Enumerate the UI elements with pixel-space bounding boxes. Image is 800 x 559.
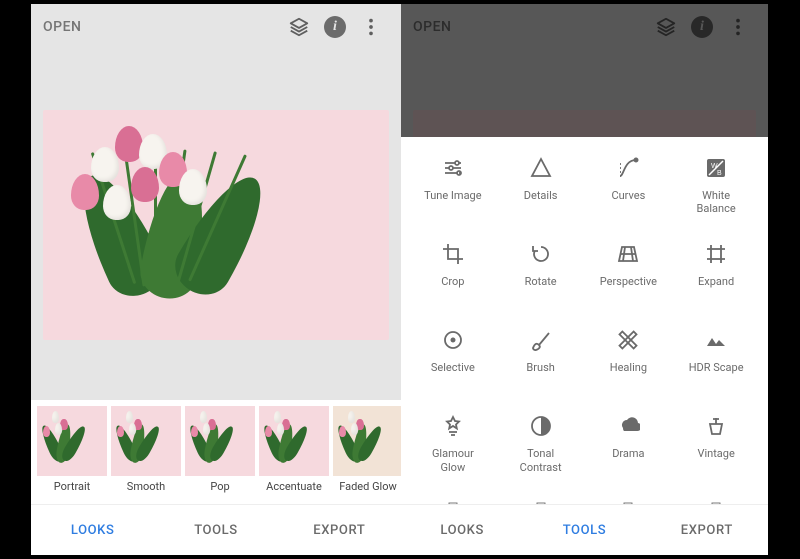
look-thumb-label: Faded Glow <box>339 480 397 493</box>
tune-icon <box>440 155 466 181</box>
vintage-icon <box>703 413 729 439</box>
tool-rotate[interactable]: Rotate <box>497 241 585 301</box>
tool-label: HDR Scape <box>689 361 744 387</box>
tool-label: Curves <box>611 189 645 215</box>
tool-drama[interactable]: Drama <box>585 413 673 473</box>
tool-label: Rotate <box>525 275 557 301</box>
tool-label: Vintage <box>697 447 734 473</box>
tool-label: Glamour Glow <box>432 447 474 473</box>
tools-sheet: Tune Image Details Curves WB White Balance Cr… <box>401 137 768 504</box>
tab-export[interactable]: EXPORT <box>646 505 768 555</box>
svg-text:B: B <box>717 170 722 177</box>
tool-label: Healing <box>610 361 647 387</box>
tool-expand[interactable]: Expand <box>672 241 760 301</box>
tool-label: Details <box>524 189 558 215</box>
tools-grid: Tune Image Details Curves WB White Balance Cr… <box>401 137 768 504</box>
curves-icon <box>615 155 641 181</box>
tool-label: Tune Image <box>424 189 481 215</box>
looks-strip[interactable]: Portrait Smooth Pop Accentuate Faded Glow <box>31 400 401 504</box>
tool-perspective[interactable]: Perspective <box>585 241 673 301</box>
tool-brush[interactable]: Brush <box>497 327 585 387</box>
hdr-icon <box>703 327 729 353</box>
brush-icon <box>528 327 554 353</box>
tool-label: Brush <box>526 361 554 387</box>
crop-icon <box>440 241 466 267</box>
look-thumb-label: Accentuate <box>266 480 322 493</box>
more-icon[interactable] <box>353 9 389 45</box>
screen-tools: OPEN i Tune ImageDetailsCurvesWBWhite Ba… <box>401 4 768 555</box>
look-thumb[interactable]: Smooth <box>111 406 181 504</box>
tool-label: Selective <box>431 361 475 387</box>
screen-looks: OPEN i PortraitS <box>31 4 401 555</box>
perspective-icon <box>615 241 641 267</box>
look-thumb-image <box>333 406 401 476</box>
details-icon <box>528 155 554 181</box>
tab-tools[interactable]: TOOLS <box>523 505 645 555</box>
tonal-icon <box>528 413 554 439</box>
bottom-nav: LOOKS TOOLS EXPORT <box>401 504 768 555</box>
look-thumb-image <box>111 406 181 476</box>
look-thumb-image <box>185 406 255 476</box>
tool-crop[interactable]: Crop <box>409 241 497 301</box>
tool-label: Perspective <box>600 275 657 301</box>
tool-label: White Balance <box>697 189 736 215</box>
info-icon[interactable]: i <box>317 9 353 45</box>
look-thumb[interactable]: Accentuate <box>259 406 329 504</box>
tool-curves[interactable]: Curves <box>585 155 673 215</box>
tab-looks[interactable]: LOOKS <box>31 505 154 555</box>
stacks-icon[interactable] <box>281 9 317 45</box>
selective-icon <box>440 327 466 353</box>
wb-icon: WB <box>703 155 729 181</box>
look-thumb-image <box>37 406 107 476</box>
tool-tune[interactable]: Tune Image <box>409 155 497 215</box>
look-thumb-image <box>259 406 329 476</box>
main-photo <box>43 110 389 340</box>
open-button[interactable]: OPEN <box>43 19 81 35</box>
tool-selective[interactable]: Selective <box>409 327 497 387</box>
tool-tonal[interactable]: Tonal Contrast <box>497 413 585 473</box>
look-thumb-label: Portrait <box>54 480 91 493</box>
bottom-nav: LOOKS TOOLS EXPORT <box>31 504 401 555</box>
tool-healing[interactable]: Healing <box>585 327 673 387</box>
tool-glamour[interactable]: Glamour Glow <box>409 413 497 473</box>
tool-label: Drama <box>612 447 644 473</box>
glamour-icon <box>440 413 466 439</box>
look-thumb-label: Smooth <box>127 480 165 493</box>
tool-wb[interactable]: WB White Balance <box>672 155 760 215</box>
tool-label: Tonal Contrast <box>520 447 562 473</box>
tab-tools[interactable]: TOOLS <box>154 505 277 555</box>
tool-details[interactable]: Details <box>497 155 585 215</box>
look-thumb[interactable]: Faded Glow <box>333 406 401 504</box>
top-bar: OPEN i <box>31 4 401 50</box>
drama-icon <box>615 413 641 439</box>
app-comparison-stage: OPEN i PortraitS <box>0 0 800 559</box>
tool-hdr[interactable]: HDR Scape <box>672 327 760 387</box>
look-thumb-label: Pop <box>210 480 229 493</box>
look-thumb[interactable]: Pop <box>185 406 255 504</box>
rotate-icon <box>528 241 554 267</box>
image-canvas[interactable] <box>31 50 401 400</box>
healing-icon <box>615 327 641 353</box>
look-thumb[interactable]: Portrait <box>37 406 107 504</box>
expand-icon <box>703 241 729 267</box>
tab-looks[interactable]: LOOKS <box>401 505 523 555</box>
tool-vintage[interactable]: Vintage <box>672 413 760 473</box>
tab-export[interactable]: EXPORT <box>278 505 401 555</box>
tool-label: Expand <box>698 275 734 301</box>
tool-label: Crop <box>441 275 464 301</box>
